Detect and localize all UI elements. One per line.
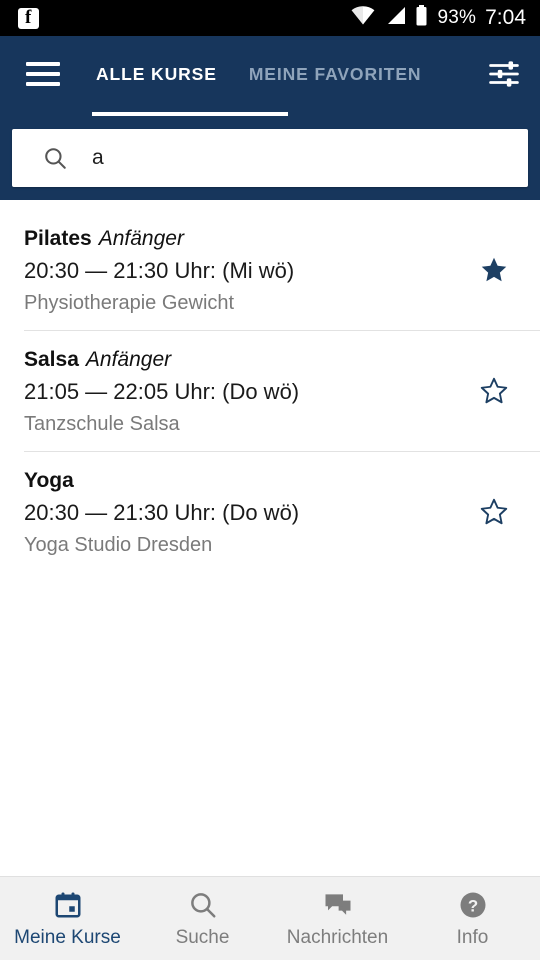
cellular-signal-icon (384, 6, 406, 30)
course-time: 20:30 — 21:30 Uhr: (Mi wö) (24, 258, 295, 283)
tab-meine-favoriten[interactable]: MEINE FAVORITEN (233, 36, 438, 112)
course-item-body: Pilates Anfänger 20:30 — 21:30 Uhr: (Mi w… (24, 224, 472, 318)
nav-label-suche: Suche (175, 926, 230, 948)
favorite-toggle[interactable] (472, 250, 516, 294)
hamburger-bar (26, 82, 60, 86)
course-name: Salsa (24, 348, 79, 371)
battery-percent: 93% (437, 7, 477, 28)
app-screen: 93% 7:04 ALLE KURSE MEINE FAVORITEN (0, 0, 540, 960)
course-title-row: Salsa Anfänger (24, 345, 472, 375)
search-icon (42, 145, 68, 171)
course-location: Physiotherapie Gewicht (24, 292, 235, 314)
course-name: Pilates (24, 227, 92, 250)
course-title-row: Yoga (24, 466, 472, 496)
status-bar: 93% 7:04 (0, 0, 540, 36)
search-input[interactable]: a (12, 129, 528, 187)
hamburger-bar (26, 62, 60, 66)
tune-filter-icon[interactable] (482, 52, 526, 96)
hamburger-menu-icon[interactable] (26, 54, 66, 94)
nav-item-nachrichten[interactable]: Nachrichten (270, 877, 405, 960)
nav-item-info[interactable]: ? Info (405, 877, 540, 960)
chat-bubbles-icon (323, 889, 353, 921)
course-list-item[interactable]: Salsa Anfänger 21:05 — 22:05 Uhr: (Do wö)… (0, 331, 540, 451)
course-title-row: Pilates Anfänger (24, 224, 472, 254)
course-list-item[interactable]: Pilates Anfänger 20:30 — 21:30 Uhr: (Mi w… (0, 210, 540, 330)
nav-label-nachrichten: Nachrichten (286, 926, 389, 948)
favorite-toggle[interactable] (472, 371, 516, 415)
course-location: Yoga Studio Dresden (24, 534, 213, 556)
course-level: Anfänger (98, 227, 184, 250)
course-list-item[interactable]: Yoga 20:30 — 21:30 Uhr: (Do wö) Yoga Stu… (0, 452, 540, 572)
nav-label-meine-kurse: Meine Kurse (14, 926, 121, 948)
svg-text:?: ? (467, 896, 477, 915)
status-bar-right: 93% 7:04 (351, 5, 526, 31)
star-outline-icon (479, 497, 509, 532)
wifi-icon (351, 6, 375, 30)
star-outline-icon (479, 376, 509, 411)
calendar-icon (53, 889, 83, 921)
favorite-toggle[interactable] (472, 492, 516, 536)
course-name: Yoga (24, 469, 74, 492)
tab-meine-favoriten-label: MEINE FAVORITEN (248, 63, 422, 84)
nav-item-meine-kurse[interactable]: Meine Kurse (0, 877, 135, 960)
app-bar-top-row: ALLE KURSE MEINE FAVORITEN (0, 36, 540, 112)
nav-label-info: Info (456, 926, 489, 948)
status-bar-left (18, 6, 39, 30)
search-icon (188, 889, 218, 921)
course-level: Anfänger (85, 348, 172, 371)
nav-item-suche[interactable]: Suche (135, 877, 270, 960)
help-circle-icon: ? (458, 889, 488, 921)
course-item-body: Yoga 20:30 — 21:30 Uhr: (Do wö) Yoga Stu… (24, 466, 472, 560)
course-list: Pilates Anfänger 20:30 — 21:30 Uhr: (Mi w… (0, 200, 540, 876)
status-bar-clock: 7:04 (485, 6, 526, 29)
battery-icon (415, 5, 428, 31)
course-time: 21:05 — 22:05 Uhr: (Do wö) (24, 379, 300, 404)
course-location: Tanzschule Salsa (24, 413, 180, 435)
tab-alle-kurse-label: ALLE KURSE (96, 63, 217, 84)
tab-indicator-row (0, 112, 540, 116)
star-filled-icon (479, 255, 509, 290)
search-bar-container: a (0, 116, 540, 200)
course-item-body: Salsa Anfänger 21:05 — 22:05 Uhr: (Do wö)… (24, 345, 472, 439)
bottom-navigation: Meine Kurse Suche Nachrichten ? Info (0, 876, 540, 960)
hamburger-bar (26, 72, 60, 76)
facebook-icon (18, 6, 39, 30)
active-tab-indicator (92, 112, 288, 116)
search-input-value[interactable]: a (92, 146, 512, 170)
tab-alle-kurse[interactable]: ALLE KURSE (80, 36, 233, 112)
app-bar: ALLE KURSE MEINE FAVORITEN a (0, 36, 540, 200)
course-time: 20:30 — 21:30 Uhr: (Do wö) (24, 500, 300, 525)
tab-bar: ALLE KURSE MEINE FAVORITEN (80, 36, 482, 112)
